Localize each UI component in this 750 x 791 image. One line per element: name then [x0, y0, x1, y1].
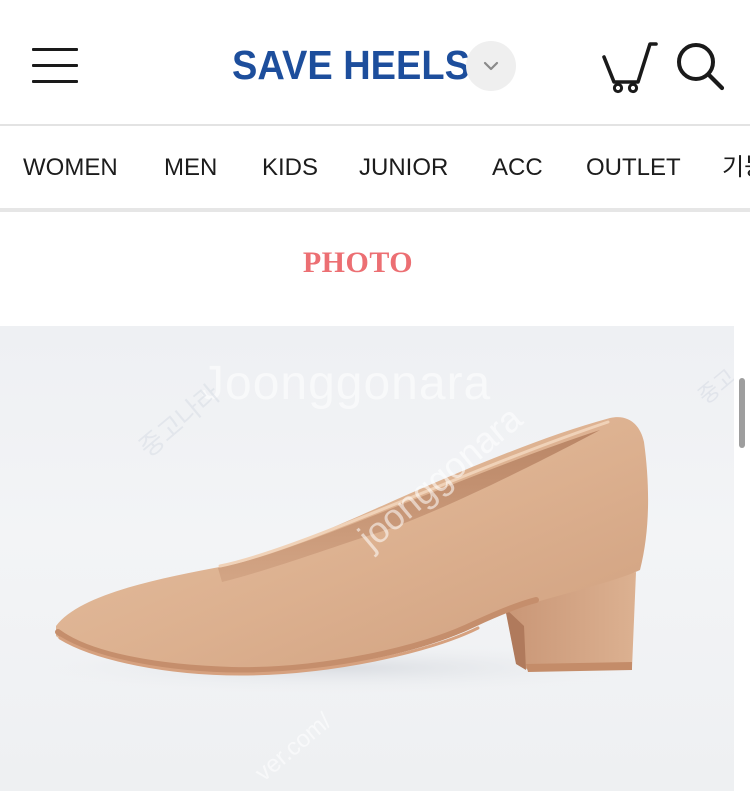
nav-item-acc[interactable]: ACC	[492, 126, 543, 208]
logo-text: SAVE HEELS	[232, 42, 470, 89]
scrollbar-thumb[interactable]	[739, 378, 745, 448]
nav-item-outlet[interactable]: OUTLET	[586, 126, 681, 208]
nav-item-women[interactable]: WOMEN	[23, 126, 118, 208]
product-photo[interactable]: Joonggonara joonggonara 중고나라 중고 ver.com/	[0, 326, 734, 791]
menu-button[interactable]	[26, 40, 84, 88]
nav-item-kids[interactable]: KIDS	[262, 126, 318, 208]
top-header: SAVE HEELS	[0, 0, 750, 126]
nav-item-function[interactable]: 기능	[722, 126, 750, 208]
cart-button[interactable]	[598, 38, 658, 94]
search-button[interactable]	[672, 38, 730, 94]
section-title: PHOTO	[302, 246, 414, 279]
brand-dropdown-button[interactable]	[466, 41, 516, 91]
heel-shoe-illustration	[20, 417, 660, 694]
product-page: SAVE HEELS WOMEN MEN KIDS JUNIOR ACC OUT…	[0, 0, 750, 791]
category-nav: WOMEN MEN KIDS JUNIOR ACC OUTLET 기능	[0, 126, 750, 212]
cart-icon	[602, 42, 658, 94]
search-icon	[677, 43, 725, 91]
site-logo[interactable]: SAVE HEELS	[232, 40, 470, 92]
nav-item-junior[interactable]: JUNIOR	[359, 126, 448, 208]
nav-item-men[interactable]: MEN	[164, 126, 217, 208]
chevron-down-icon	[483, 61, 499, 71]
